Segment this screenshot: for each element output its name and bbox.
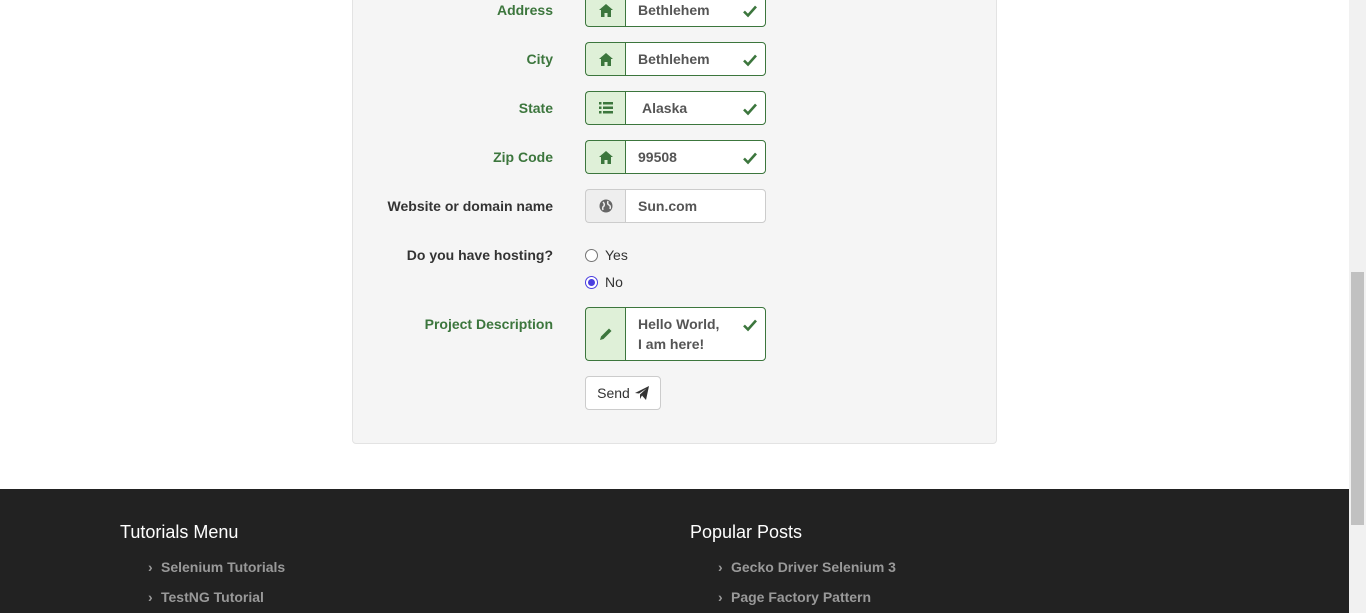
popular-posts-title: Popular Posts — [690, 522, 803, 542]
tutorials-menu-title: Tutorials Menu — [120, 522, 239, 542]
website-input[interactable]: Sun.com — [625, 189, 766, 223]
hosting-yes-label: Yes — [605, 247, 628, 263]
pencil-icon — [585, 307, 625, 361]
page: Address Bethlehem City Bethlehem State A… — [0, 0, 1349, 613]
state-label: State — [518, 100, 553, 116]
footer-link-testng-tutorial[interactable]: TestNG Tutorial — [120, 587, 285, 613]
website-row: Website or domain name Sun.com — [353, 189, 996, 223]
address-value: Bethlehem — [638, 2, 710, 18]
website-value: Sun.com — [638, 198, 698, 214]
send-icon — [634, 386, 649, 400]
footer-link-label: Page Factory Pattern — [731, 589, 872, 605]
hosting-yes-radio[interactable] — [585, 248, 598, 262]
footer-link-gecko-driver[interactable]: Gecko Driver Selenium 3 — [690, 557, 896, 587]
city-row: City Bethlehem — [353, 42, 996, 76]
hosting-no-label: No — [605, 274, 623, 290]
description-input-group: Hello World, I am here! — [585, 307, 766, 361]
address-input[interactable]: Bethlehem — [625, 0, 766, 27]
zip-input[interactable]: 99508 — [625, 140, 766, 174]
state-row: State Alaska — [353, 91, 996, 125]
zip-row: Zip Code 99508 — [353, 140, 996, 174]
description-textarea[interactable]: Hello World, I am here! — [625, 307, 766, 361]
site-footer: Tutorials Menu Selenium Tutorials TestNG… — [0, 489, 1349, 613]
city-input[interactable]: Bethlehem — [625, 42, 766, 76]
globe-icon — [585, 189, 625, 223]
website-input-group: Sun.com — [585, 189, 766, 223]
footer-link-selenium-tutorials[interactable]: Selenium Tutorials — [120, 557, 285, 587]
hosting-label: Do you have hosting? — [406, 247, 553, 263]
state-select-group: Alaska — [585, 91, 766, 125]
city-value: Bethlehem — [638, 51, 710, 67]
address-row: Address Bethlehem — [353, 0, 996, 27]
scrollbar-thumb[interactable] — [1351, 272, 1364, 525]
send-label: Send — [597, 385, 630, 401]
check-icon — [743, 54, 757, 67]
zip-label: Zip Code — [493, 149, 553, 165]
check-icon — [743, 319, 757, 332]
check-icon — [743, 5, 757, 18]
website-label: Website or domain name — [387, 198, 553, 214]
hosting-row: Do you have hosting? Yes No — [353, 238, 996, 290]
tutorials-menu: Tutorials Menu Selenium Tutorials TestNG… — [120, 522, 285, 613]
vertical-scrollbar[interactable] — [1349, 0, 1366, 613]
description-row: Project Description Hello World, I am he… — [353, 307, 996, 361]
description-label: Project Description — [424, 316, 553, 332]
zip-input-group: 99508 — [585, 140, 766, 174]
hosting-no-option[interactable]: No — [585, 274, 623, 290]
zip-value: 99508 — [638, 149, 677, 165]
contact-form-panel: Address Bethlehem City Bethlehem State A… — [352, 0, 997, 444]
send-button[interactable]: Send — [585, 376, 661, 410]
footer-link-label: TestNG Tutorial — [161, 589, 264, 605]
hosting-no-radio[interactable] — [585, 275, 598, 289]
address-input-group: Bethlehem — [585, 0, 766, 27]
home-icon — [585, 0, 625, 27]
list-icon — [585, 91, 625, 125]
check-icon — [743, 103, 757, 116]
footer-link-page-factory[interactable]: Page Factory Pattern — [690, 587, 896, 613]
hosting-yes-option[interactable]: Yes — [585, 247, 628, 263]
state-select[interactable]: Alaska — [625, 91, 766, 125]
description-line-1: Hello World, — [638, 316, 720, 332]
state-value: Alaska — [642, 100, 688, 116]
home-icon — [585, 140, 625, 174]
address-label: Address — [496, 2, 553, 18]
home-icon — [585, 42, 625, 76]
city-input-group: Bethlehem — [585, 42, 766, 76]
footer-link-label: Gecko Driver Selenium 3 — [731, 559, 896, 575]
check-icon — [743, 152, 757, 165]
footer-link-label: Selenium Tutorials — [161, 559, 286, 575]
city-label: City — [526, 51, 553, 67]
popular-posts: Popular Posts Gecko Driver Selenium 3 Pa… — [690, 522, 896, 613]
description-line-2: I am here! — [638, 336, 705, 352]
